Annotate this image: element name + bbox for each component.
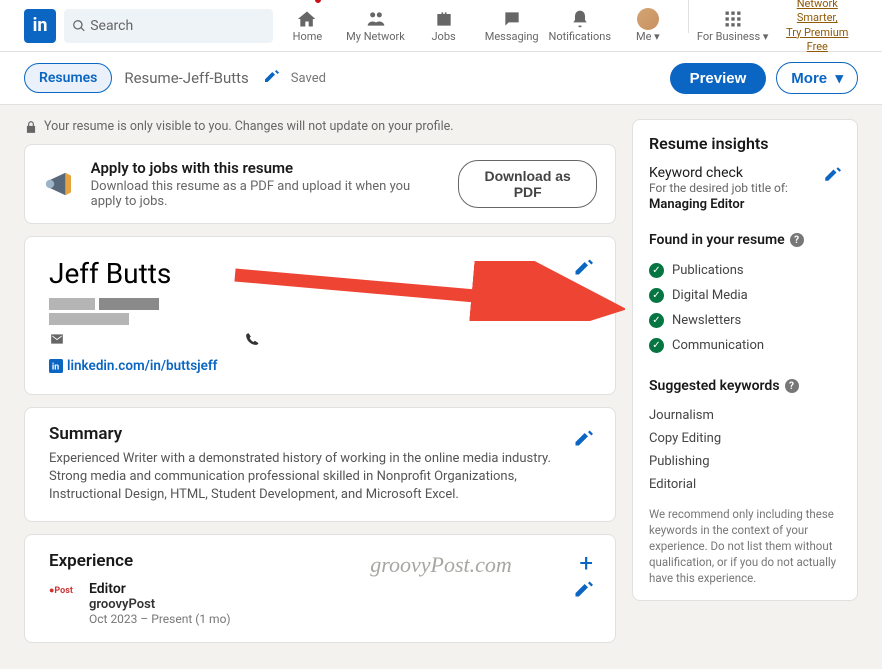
- nav-label: For Business: [697, 30, 760, 43]
- notification-badge: [313, 0, 323, 5]
- edit-keyword-pencil-icon[interactable]: [823, 165, 841, 187]
- more-button[interactable]: More ▾: [776, 62, 858, 94]
- nav-business[interactable]: For Business ▾: [695, 0, 771, 54]
- found-keyword: ✓Digital Media: [649, 283, 841, 308]
- svg-text:in: in: [52, 363, 59, 373]
- edit-profile-pencil-icon[interactable]: [573, 257, 593, 281]
- nav-network[interactable]: My Network: [341, 0, 409, 54]
- suggested-keyword: Copy Editing: [649, 427, 841, 450]
- nav-label: Jobs: [431, 30, 455, 43]
- redacted-info: [49, 298, 591, 325]
- more-label: More: [791, 70, 827, 87]
- linkedin-icon: in: [49, 359, 63, 373]
- found-keyword: ✓Publications: [649, 258, 841, 283]
- phone-icon: [245, 331, 259, 350]
- pencil-icon[interactable]: [263, 68, 279, 88]
- divider: [688, 0, 689, 33]
- lock-icon: [24, 120, 38, 134]
- promo-line: Try Premium Free: [786, 26, 848, 53]
- desired-title: Managing Editor: [649, 197, 788, 212]
- resumes-pill[interactable]: Resumes: [24, 63, 112, 93]
- found-keyword: ✓Newsletters: [649, 308, 841, 333]
- add-experience-plus-icon[interactable]: +: [579, 549, 593, 577]
- saved-status: Saved: [291, 71, 326, 86]
- nav-messaging[interactable]: Messaging: [478, 0, 546, 54]
- linkedin-logo[interactable]: in: [24, 9, 56, 43]
- suggested-keyword: Editorial: [649, 473, 841, 496]
- found-keyword: ✓Communication: [649, 333, 841, 358]
- search-icon: [72, 19, 86, 33]
- bell-icon: [570, 8, 590, 30]
- premium-promo-link[interactable]: Network Smarter, Try Premium Free: [776, 0, 858, 54]
- keyword-check-label: Keyword check: [649, 165, 788, 181]
- briefcase-icon: [434, 8, 454, 30]
- message-icon: [502, 8, 522, 30]
- grid-icon: [723, 8, 743, 30]
- promo-line: Network Smarter,: [797, 0, 838, 24]
- nav-label: My Network: [346, 30, 405, 43]
- nav-home[interactable]: Home: [273, 0, 341, 54]
- mail-icon: [49, 331, 65, 350]
- suggested-heading: Suggested keywords?: [649, 378, 841, 394]
- profile-name: Jeff Butts: [49, 257, 591, 290]
- resume-name: Resume-Jeff-Butts: [124, 69, 248, 87]
- nav-jobs[interactable]: Jobs: [410, 0, 478, 54]
- avatar: [637, 8, 659, 30]
- nav-notifications[interactable]: Notifications: [546, 0, 614, 54]
- desired-prefix: For the desired job title of:: [649, 181, 788, 195]
- home-icon: [297, 8, 317, 30]
- suggested-keyword: Publishing: [649, 450, 841, 473]
- search-input[interactable]: Search: [64, 9, 273, 43]
- summary-heading: Summary: [49, 424, 591, 444]
- nav-me[interactable]: Me ▾: [614, 0, 682, 54]
- download-pdf-button[interactable]: Download as PDF: [458, 160, 597, 208]
- apply-title: Apply to jobs with this resume: [91, 159, 445, 177]
- summary-text: Experienced Writer with a demonstrated h…: [49, 450, 591, 505]
- company-name: groovyPost: [89, 597, 231, 612]
- help-icon[interactable]: ?: [790, 233, 804, 247]
- nav-label: Home: [293, 30, 323, 43]
- job-dates: Oct 2023 – Present (1 mo): [89, 612, 231, 626]
- watermark: groovyPost.com: [370, 552, 512, 578]
- preview-button[interactable]: Preview: [670, 63, 767, 94]
- check-icon: ✓: [649, 263, 664, 278]
- suggested-keyword: Journalism: [649, 404, 841, 427]
- notice-text: Your resume is only visible to you. Chan…: [44, 119, 454, 134]
- nav-label: Notifications: [548, 30, 611, 43]
- visibility-notice: Your resume is only visible to you. Chan…: [24, 119, 616, 134]
- suggested-note: We recommend only including these keywor…: [649, 506, 841, 586]
- job-title: Editor: [89, 581, 231, 597]
- check-icon: ✓: [649, 288, 664, 303]
- nav-label: Me: [636, 30, 651, 43]
- experience-item: ●Post Editor groovyPost Oct 2023 – Prese…: [49, 581, 591, 626]
- network-icon: [366, 8, 386, 30]
- apply-subtitle: Download this resume as a PDF and upload…: [91, 179, 445, 209]
- linkedin-url-link[interactable]: in linkedin.com/in/buttsjeff: [49, 358, 591, 374]
- nav-label: Messaging: [485, 30, 539, 43]
- help-icon[interactable]: ?: [785, 379, 799, 393]
- edit-summary-pencil-icon[interactable]: [573, 428, 593, 452]
- url-text: linkedin.com/in/buttsjeff: [67, 358, 217, 374]
- edit-experience-pencil-icon[interactable]: [573, 579, 593, 603]
- found-heading: Found in your resume?: [649, 232, 841, 248]
- search-placeholder: Search: [90, 18, 133, 34]
- check-icon: ✓: [649, 313, 664, 328]
- check-icon: ✓: [649, 338, 664, 353]
- insights-heading: Resume insights: [649, 134, 841, 153]
- megaphone-icon: [43, 166, 77, 202]
